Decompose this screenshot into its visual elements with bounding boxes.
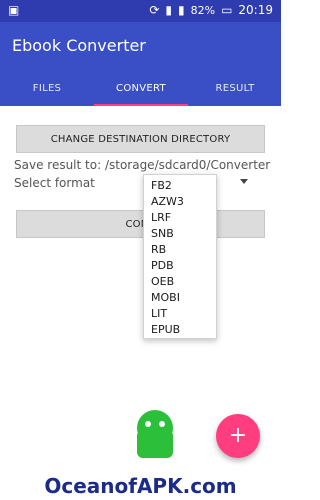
signal-icon-2: ▮: [178, 3, 185, 17]
battery-icon: ▭: [221, 3, 233, 17]
format-option-snb[interactable]: SNB: [144, 225, 216, 241]
tab-bar: FILES CONVERT RESULT: [0, 70, 281, 106]
tab-files[interactable]: FILES: [0, 70, 94, 106]
convert-button[interactable]: CONV: [16, 210, 265, 238]
format-option-mobi[interactable]: MOBI: [144, 290, 216, 306]
status-bar-right: ⟳ ▮ ▮ 82% ▭ 20:19: [149, 3, 273, 17]
android-logo-icon: [137, 410, 173, 458]
format-option-azw3[interactable]: AZW3: [144, 193, 216, 209]
format-option-oeb[interactable]: OEB: [144, 274, 216, 290]
change-destination-directory-button[interactable]: CHANGE DESTINATION DIRECTORY: [16, 125, 265, 153]
image-icon: ▣: [8, 3, 20, 17]
format-option-rb[interactable]: RB: [144, 241, 216, 257]
app-bar: Ebook Converter: [0, 22, 281, 70]
app-title: Ebook Converter: [12, 36, 146, 55]
sync-icon: ⟳: [149, 3, 160, 17]
tab-result[interactable]: RESULT: [188, 70, 282, 106]
format-option-epub[interactable]: EPUB: [144, 322, 216, 338]
format-option-fb2[interactable]: FB2: [144, 177, 216, 193]
android-logo-watermark: [120, 400, 190, 470]
chevron-down-icon[interactable]: [240, 179, 248, 184]
format-option-lrf[interactable]: LRF: [144, 209, 216, 225]
watermark-text: OceanofAPK.com: [44, 474, 237, 498]
signal-icon: ▮: [165, 3, 172, 17]
add-fab-button[interactable]: +: [216, 414, 260, 458]
format-option-lit[interactable]: LIT: [144, 306, 216, 322]
tab-convert[interactable]: CONVERT: [94, 70, 188, 106]
select-format-label[interactable]: Select format: [14, 176, 95, 190]
status-bar: ▣ ⟳ ▮ ▮ 82% ▭ 20:19: [0, 0, 281, 22]
plus-icon: +: [228, 423, 248, 448]
clock: 20:19: [238, 3, 273, 17]
battery-percent: 82%: [190, 3, 216, 17]
format-dropdown[interactable]: FB2 AZW3 LRF SNB RB PDB OEB MOBI LIT EPU…: [143, 174, 217, 339]
format-option-pdb[interactable]: PDB: [144, 257, 216, 273]
save-result-label: Save result to: /storage/sdcard0/Convert…: [14, 158, 271, 172]
